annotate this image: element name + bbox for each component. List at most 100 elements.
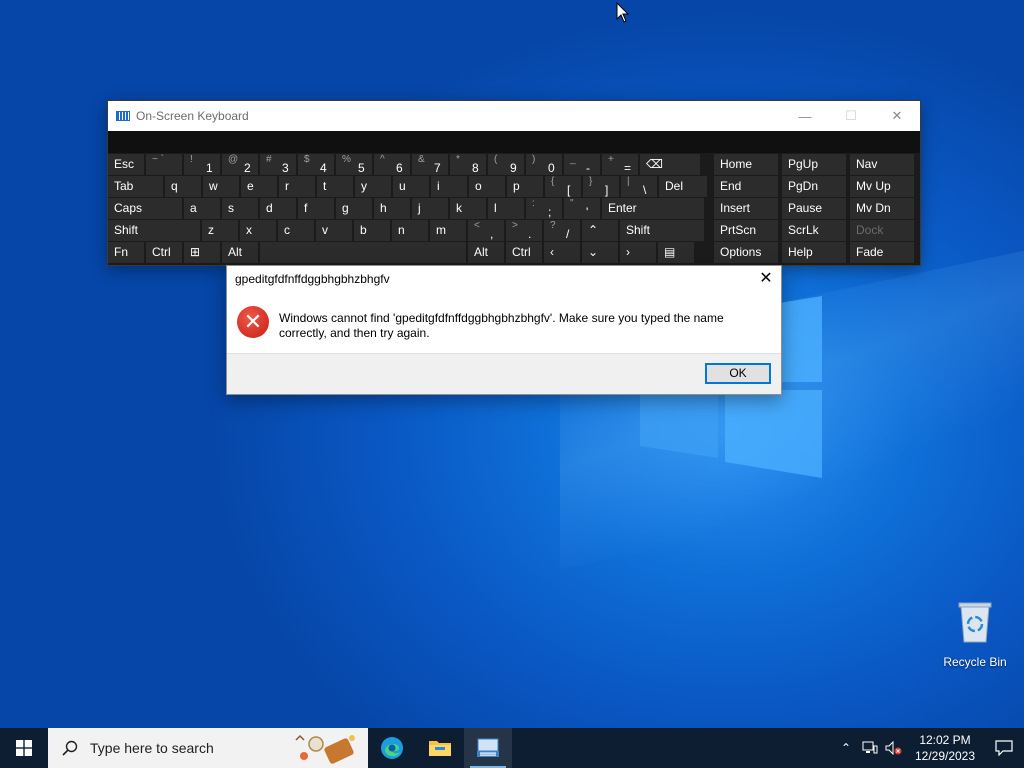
key-pgdn[interactable]: PgDn bbox=[782, 176, 846, 197]
key-i[interactable]: i bbox=[431, 176, 467, 197]
key-6[interactable]: ^ 6 bbox=[374, 154, 410, 175]
key-shift-right[interactable]: Shift bbox=[620, 220, 704, 241]
dialog-close-button[interactable]: ✕ bbox=[755, 268, 777, 290]
key-g[interactable]: g bbox=[336, 198, 372, 219]
key-9[interactable]: (9 bbox=[488, 154, 524, 175]
key-equals-label: = bbox=[624, 161, 632, 175]
key-nav[interactable]: Nav bbox=[850, 154, 914, 175]
key-s[interactable]: s bbox=[222, 198, 258, 219]
key-insert[interactable]: Insert bbox=[714, 198, 778, 219]
volume-muted-icon[interactable] bbox=[882, 741, 906, 755]
taskbar-clock[interactable]: 12:02 PM 12/29/2023 bbox=[906, 732, 984, 764]
key-q[interactable]: q bbox=[165, 176, 201, 197]
key-esc[interactable]: Esc bbox=[108, 154, 144, 175]
key-backslash[interactable]: | \ bbox=[621, 176, 657, 197]
taskbar-file-explorer[interactable] bbox=[416, 728, 464, 768]
key-backspace[interactable]: ⌫ bbox=[640, 154, 700, 175]
key-b[interactable]: b bbox=[354, 220, 390, 241]
key-a[interactable]: a bbox=[184, 198, 220, 219]
key-fn[interactable]: Fn bbox=[108, 242, 144, 263]
key-help[interactable]: Help bbox=[782, 242, 846, 263]
key-m[interactable]: m bbox=[430, 220, 466, 241]
key-scrlk[interactable]: ScrLk bbox=[782, 220, 846, 241]
key-1[interactable]: ! 1 bbox=[184, 154, 220, 175]
taskbar-on-screen-keyboard[interactable] bbox=[464, 728, 512, 768]
key-v[interactable]: v bbox=[316, 220, 352, 241]
key-right[interactable]: › bbox=[620, 242, 656, 263]
key-home[interactable]: Home bbox=[714, 154, 778, 175]
key-l[interactable]: l bbox=[488, 198, 524, 219]
key-menu[interactable]: ▤ bbox=[658, 242, 694, 263]
key-w[interactable]: w bbox=[203, 176, 239, 197]
key-up[interactable]: ⌃ bbox=[582, 220, 618, 241]
key-end[interactable]: End bbox=[714, 176, 778, 197]
key-e[interactable]: e bbox=[241, 176, 277, 197]
key-n[interactable]: n bbox=[392, 220, 428, 241]
taskbar-edge[interactable] bbox=[368, 728, 416, 768]
key-j[interactable]: j bbox=[412, 198, 448, 219]
key-caps[interactable]: Caps bbox=[108, 198, 182, 219]
show-hidden-icons-chevron-up-icon[interactable]: ⌃ bbox=[834, 741, 858, 755]
key-mvup[interactable]: Mv Up bbox=[850, 176, 914, 197]
osk-close-button[interactable]: ✕ bbox=[874, 101, 920, 131]
key-space[interactable] bbox=[260, 242, 466, 263]
key-enter[interactable]: Enter bbox=[602, 198, 704, 219]
key-y[interactable]: y bbox=[355, 176, 391, 197]
key-ctrl-right[interactable]: Ctrl bbox=[506, 242, 542, 263]
key-prtscn[interactable]: PrtScn bbox=[714, 220, 778, 241]
start-button[interactable] bbox=[0, 728, 48, 768]
recycle-bin-shortcut[interactable]: Recycle Bin bbox=[938, 600, 1012, 669]
key-ctrl-left[interactable]: Ctrl bbox=[146, 242, 182, 263]
network-icon[interactable] bbox=[858, 741, 882, 755]
key-left[interactable]: ‹ bbox=[544, 242, 580, 263]
key-down[interactable]: ⌄ bbox=[582, 242, 618, 263]
key-d[interactable]: d bbox=[260, 198, 296, 219]
key-c[interactable]: c bbox=[278, 220, 314, 241]
key-tab[interactable]: Tab bbox=[108, 176, 163, 197]
key-quote[interactable]: " ' bbox=[564, 198, 600, 219]
maximize-button[interactable]: ☐ bbox=[828, 101, 874, 131]
taskbar-search-box[interactable]: Type here to search bbox=[48, 728, 368, 768]
key-u[interactable]: u bbox=[393, 176, 429, 197]
key-comma[interactable]: <, bbox=[468, 220, 504, 241]
minimize-button[interactable]: — bbox=[782, 101, 828, 131]
key-o[interactable]: o bbox=[469, 176, 505, 197]
key-z[interactable]: z bbox=[202, 220, 238, 241]
key-p[interactable]: p bbox=[507, 176, 543, 197]
key-tilde[interactable]: ~ ` bbox=[146, 154, 182, 175]
key-h[interactable]: h bbox=[374, 198, 410, 219]
key-options[interactable]: Options bbox=[714, 242, 778, 263]
key-rbracket[interactable]: }] bbox=[583, 176, 619, 197]
ok-button[interactable]: OK bbox=[705, 363, 771, 384]
key-lbracket[interactable]: {[ bbox=[545, 176, 581, 197]
key-equals[interactable]: + = bbox=[602, 154, 638, 175]
key-f[interactable]: f bbox=[298, 198, 334, 219]
key-alt-right[interactable]: Alt bbox=[468, 242, 504, 263]
key-alt-left[interactable]: Alt bbox=[222, 242, 258, 263]
key-minus[interactable]: _ - bbox=[564, 154, 600, 175]
key-shift-left[interactable]: Shift bbox=[108, 220, 200, 241]
key-mvdn[interactable]: Mv Dn bbox=[850, 198, 914, 219]
key-windows[interactable]: ⊞ bbox=[184, 242, 220, 263]
key-5[interactable]: % 5 bbox=[336, 154, 372, 175]
key-period[interactable]: >. bbox=[506, 220, 542, 241]
key-r[interactable]: r bbox=[279, 176, 315, 197]
action-center-notification-icon[interactable] bbox=[984, 740, 1024, 756]
key-k[interactable]: k bbox=[450, 198, 486, 219]
key-2[interactable]: @2 bbox=[222, 154, 258, 175]
key-fade[interactable]: Fade bbox=[850, 242, 914, 263]
key-pgup[interactable]: PgUp bbox=[782, 154, 846, 175]
key-7[interactable]: & 7 bbox=[412, 154, 448, 175]
key-3[interactable]: #3 bbox=[260, 154, 296, 175]
key-8[interactable]: * 8 bbox=[450, 154, 486, 175]
key-t[interactable]: t bbox=[317, 176, 353, 197]
key-semicolon[interactable]: :; bbox=[526, 198, 562, 219]
key-dock[interactable]: Dock bbox=[850, 220, 914, 241]
key-4[interactable]: $4 bbox=[298, 154, 334, 175]
osk-titlebar[interactable]: On-Screen Keyboard — ☐ ✕ bbox=[108, 101, 920, 131]
key-slash[interactable]: ? / bbox=[544, 220, 580, 241]
key-x[interactable]: x bbox=[240, 220, 276, 241]
key-del[interactable]: Del bbox=[659, 176, 707, 197]
key-0[interactable]: ) 0 bbox=[526, 154, 562, 175]
key-pause[interactable]: Pause bbox=[782, 198, 846, 219]
